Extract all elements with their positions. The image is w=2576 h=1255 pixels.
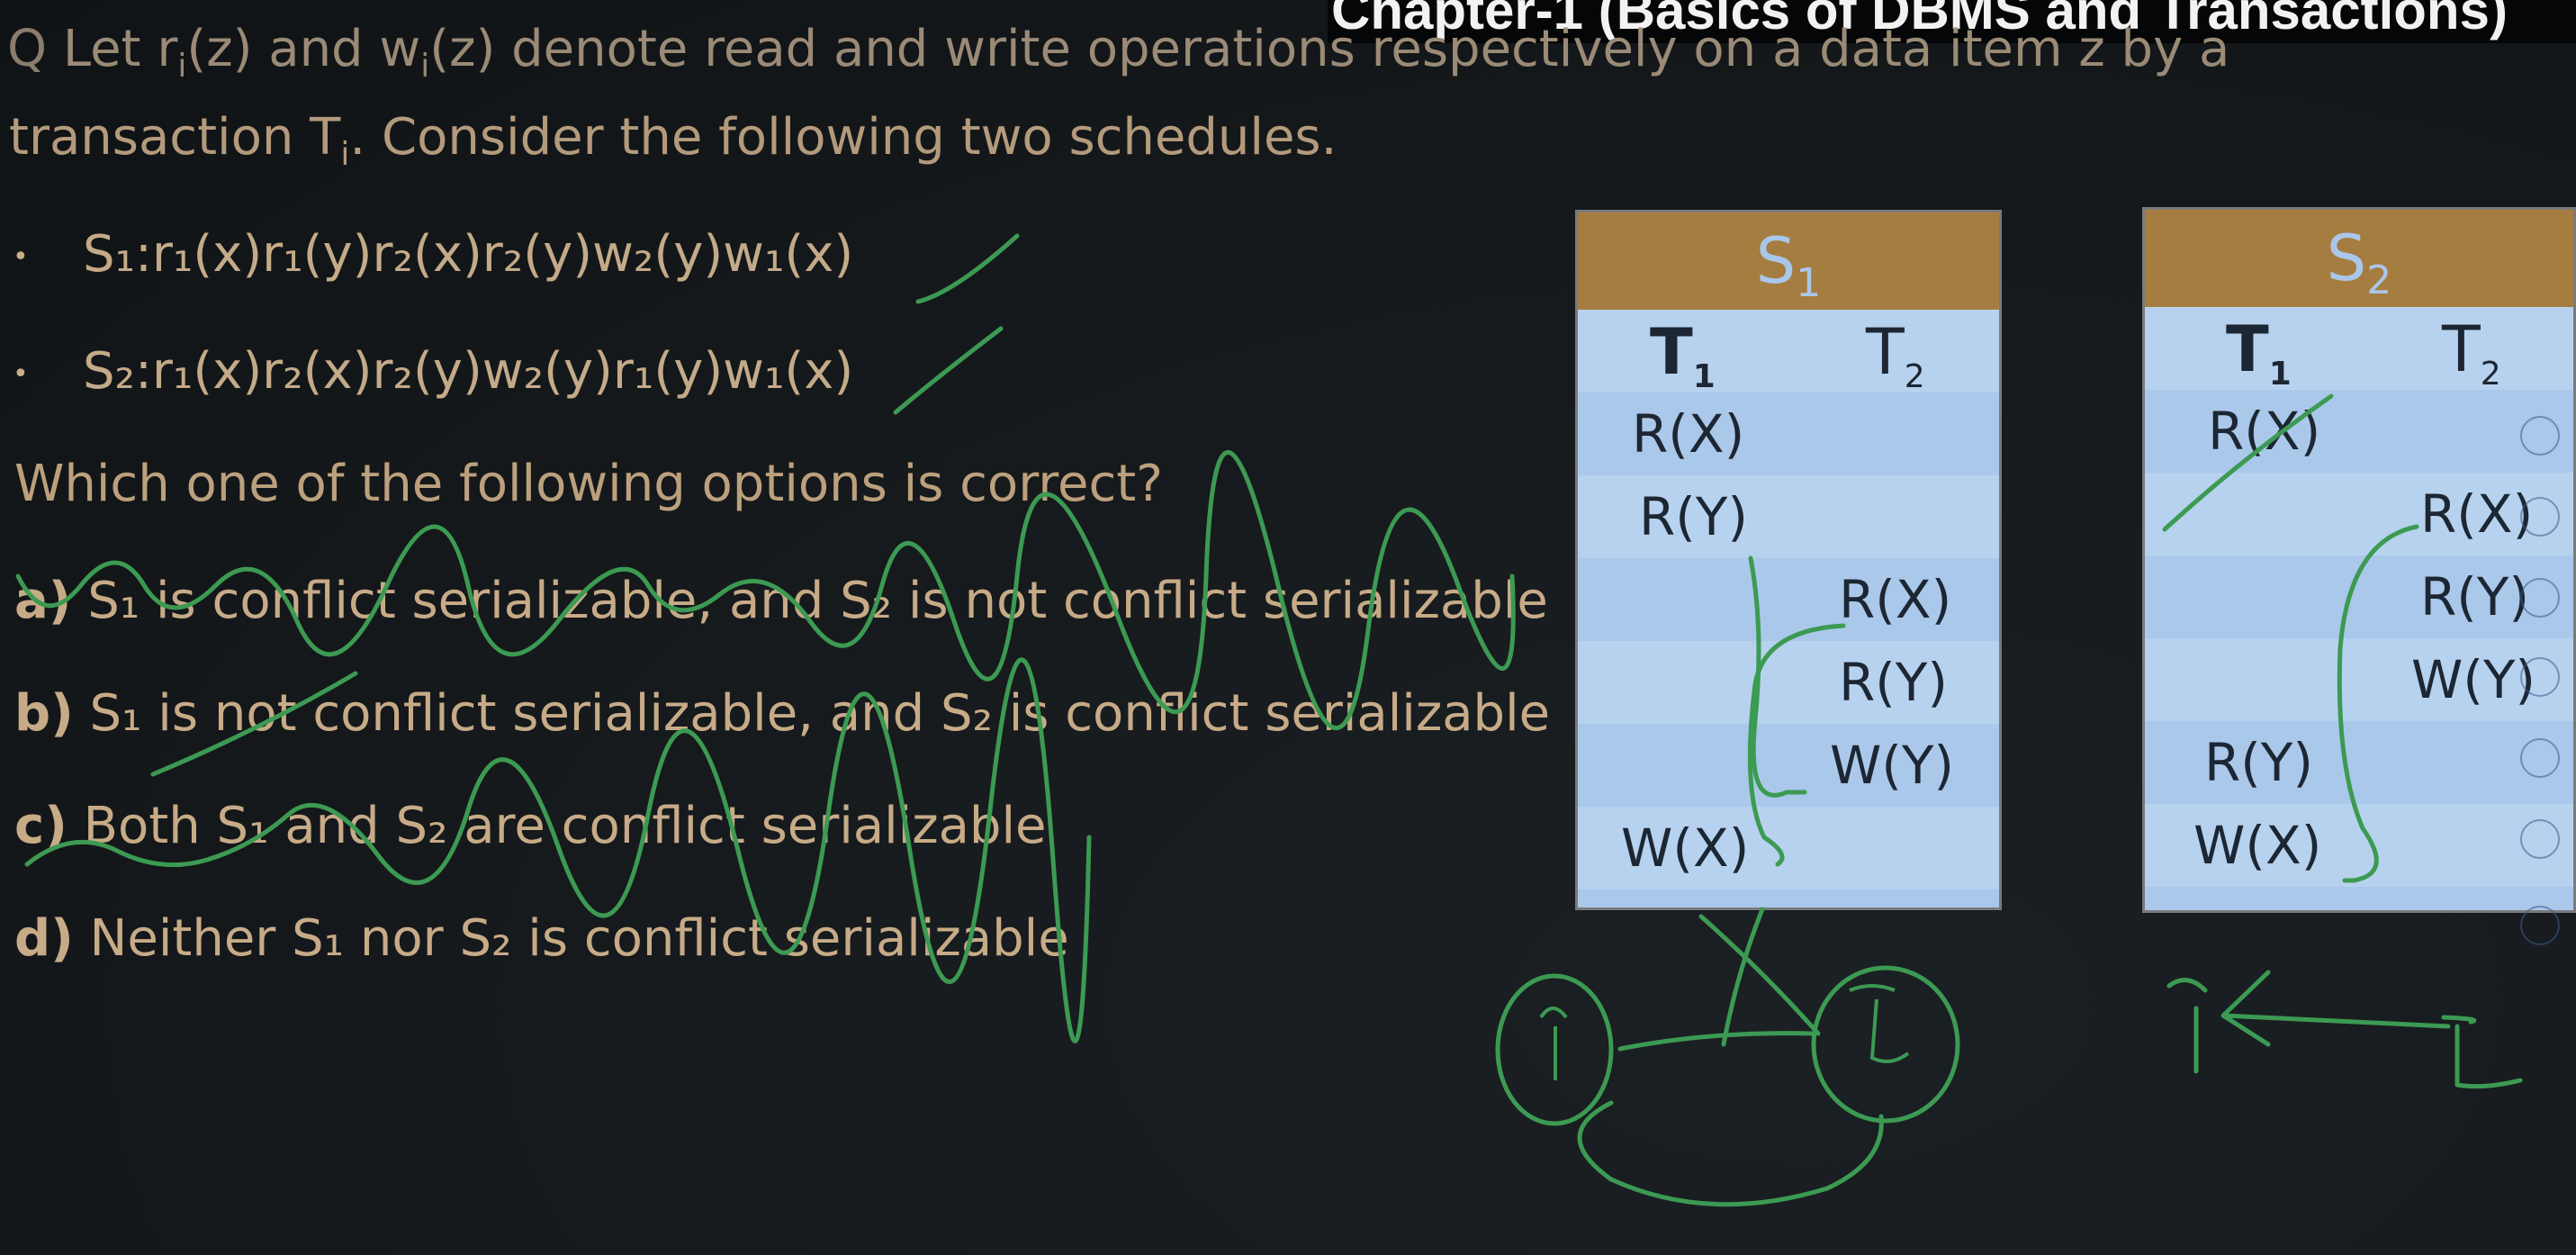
- option-c[interactable]: c) Both S₁ and S₂ are conflict serializa…: [14, 797, 1047, 855]
- option-c-letter: c): [14, 797, 68, 855]
- table-s2-r5-t1: W(X): [2193, 815, 2322, 876]
- q-text-a: Let r: [62, 20, 178, 78]
- table-row: R(X): [1578, 393, 1999, 475]
- table-row: W(X): [2145, 804, 2573, 887]
- table-s1-r5-t1: W(X): [1621, 817, 1750, 879]
- check-mark-s1: [915, 233, 1020, 304]
- table-s2-col-t2: T2: [2442, 312, 2501, 393]
- option-a-text: S₁ is conflict serializable, and S₂ is n…: [87, 572, 1548, 630]
- table-s1-title-text: S: [1755, 224, 1797, 298]
- s1-col2-sub: 2: [1904, 358, 1925, 395]
- option-d[interactable]: d) Neither S₁ nor S₂ is conflict seriali…: [14, 909, 1069, 968]
- settings-icon[interactable]: [2520, 906, 2560, 945]
- copy-icon[interactable]: [2520, 657, 2560, 697]
- table-row: R(Y): [1578, 475, 1999, 558]
- table-s2-title-text: S: [2326, 221, 2367, 295]
- more-icon[interactable]: [2520, 819, 2560, 859]
- edge-line-b: [1721, 907, 1765, 1047]
- table-s2-r2-t2: R(Y): [2420, 566, 2529, 628]
- table-row: R(Y): [1578, 641, 1999, 724]
- edge-t2-t1-s1: [1577, 1100, 1884, 1207]
- table-s2-r4-t1: R(Y): [2204, 732, 2313, 793]
- table-row: R(Y): [2145, 721, 2573, 804]
- question-line-2: transaction Ti. Consider the following t…: [9, 108, 1337, 173]
- option-b[interactable]: b) S₁ is not conflict serializable, and …: [14, 684, 1550, 743]
- q-sub-b: i: [420, 48, 430, 86]
- table-s1-col-t1: T1: [1650, 315, 1716, 395]
- node-t2-s2: [2441, 1015, 2523, 1089]
- bullet-1: •: [13, 241, 29, 273]
- s1-col1-text: T: [1650, 315, 1693, 389]
- s2-col1-sub: 1: [2268, 356, 2292, 393]
- q-text-c: (z) denote read and write operations res…: [429, 20, 2230, 78]
- schedule-s2: S₂:r₁(x)r₂(x)r₂(y)w₂(y)r₁(y)w₁(x): [83, 342, 854, 401]
- option-d-letter: d): [14, 909, 74, 968]
- s2-col1-text: T: [2226, 312, 2269, 386]
- label-t1-s1: [1539, 1007, 1568, 1080]
- back-icon[interactable]: [2520, 497, 2560, 537]
- table-s1-r4-t2: W(Y): [1830, 735, 1955, 796]
- label-t2-s1: [1849, 984, 1910, 1063]
- s1-col1-sub: 1: [1692, 358, 1716, 395]
- table-row: R(X): [2145, 473, 2573, 555]
- option-b-letter: b): [14, 684, 74, 743]
- question-marker: Q: [7, 20, 48, 78]
- question-prompt: Which one of the following options is co…: [14, 455, 1163, 513]
- option-b-text: S₁ is not conflict serializable, and S₂ …: [89, 684, 1551, 743]
- table-row: R(Y): [2145, 555, 2573, 638]
- node-t1-s1: [1495, 973, 1614, 1126]
- play-icon[interactable]: [2520, 416, 2560, 456]
- check-mark-s2: [893, 326, 1004, 415]
- node-t1-s2: [2166, 978, 2208, 1074]
- table-row: W(X): [1578, 807, 1999, 889]
- table-s2-r0-t1: R(X): [2208, 401, 2321, 462]
- q2-text-a: transaction T: [9, 108, 341, 167]
- q-sub-a: i: [177, 48, 187, 86]
- pen-icon[interactable]: [2520, 578, 2560, 618]
- edge-t2-t1-s2: [2220, 970, 2451, 1047]
- schedule-s1: S₁:r₁(x)r₁(y)r₂(x)r₂(y)w₂(y)w₁(x): [83, 225, 854, 284]
- s2-col2-text: T: [2442, 312, 2481, 386]
- table-row: R(X): [2145, 390, 2573, 473]
- table-s1-r3-t2: R(Y): [1839, 652, 1948, 713]
- screen-icon[interactable]: [2520, 738, 2560, 778]
- edge-line-a: [1698, 914, 1821, 1036]
- table-s2-col-t1: T1: [2226, 312, 2292, 393]
- s1-col2-text: T: [1866, 315, 1905, 389]
- option-a-letter: a): [14, 572, 72, 630]
- table-s2-title: S2: [2145, 210, 2573, 307]
- table-s2-r3-t2: W(Y): [2411, 649, 2536, 710]
- table-s1-title-sub: 1: [1796, 260, 1822, 306]
- table-s1-title: S1: [1578, 212, 1999, 310]
- schedule-table-s1: S1 T1 T2 R(X) R(Y) R(X) R(Y) W(Y) W(X): [1575, 210, 2002, 910]
- table-s2-title-sub: 2: [2366, 257, 2392, 303]
- s2-col2-sub: 2: [2480, 356, 2501, 393]
- table-s1-header-row: T1 T2: [1578, 310, 1999, 395]
- option-d-text: Neither S₁ nor S₂ is conflict serializab…: [89, 909, 1069, 968]
- q2-text-b: . Consider the following two schedules.: [349, 108, 1338, 167]
- table-s1-r1-t1: R(Y): [1639, 486, 1748, 547]
- table-s2-header-row: T1 T2: [2145, 307, 2573, 393]
- node-t2-s1: [1811, 965, 1960, 1124]
- edge-t1-t2-s1: [1617, 1031, 1816, 1052]
- schedule-table-s2: S2 T1 T2 R(X) R(X) R(Y) W(Y) R(Y) W(X): [2142, 207, 2576, 913]
- table-s1-r2-t2: R(X): [1839, 569, 1952, 630]
- table-row: W(Y): [2145, 638, 2573, 721]
- table-s1-r0-t1: R(X): [1632, 403, 1745, 465]
- table-row: W(Y): [1578, 724, 1999, 807]
- table-s2-r1-t2: R(X): [2420, 483, 2534, 545]
- q-text-b: (z) and w: [186, 20, 421, 78]
- table-s1-col-t2: T2: [1866, 315, 1925, 395]
- q2-sub: i: [340, 136, 350, 174]
- table-row: R(X): [1578, 558, 1999, 641]
- option-c-text: Both S₁ and S₂ are conflict serializable: [83, 797, 1047, 855]
- option-a[interactable]: a) S₁ is conflict serializable, and S₂ i…: [14, 572, 1548, 630]
- question-line-1: Q Let ri(z) and wi(z) denote read and wr…: [7, 20, 2229, 85]
- bullet-2: •: [13, 358, 29, 390]
